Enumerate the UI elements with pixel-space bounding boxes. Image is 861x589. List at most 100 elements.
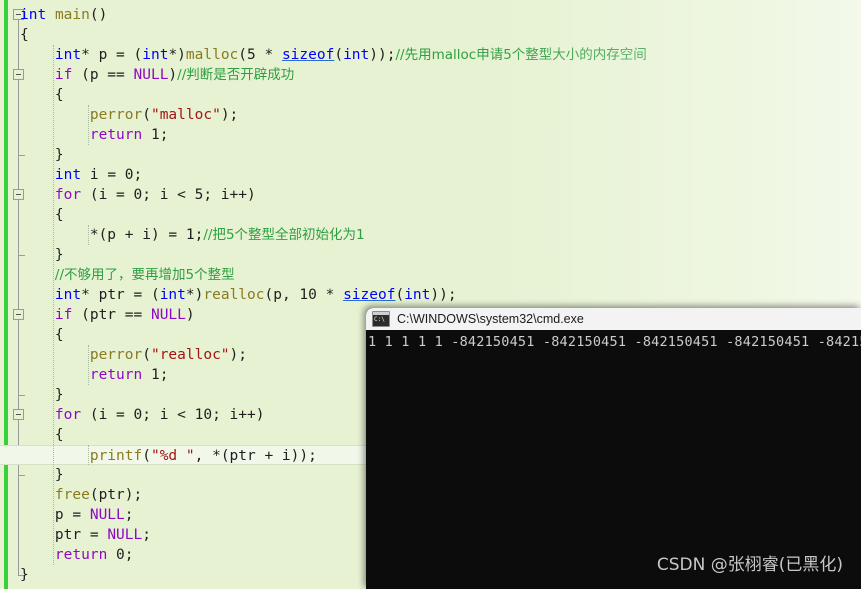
code-token: ) [168, 67, 178, 83]
code-token: int [343, 47, 370, 63]
code-token: { [54, 87, 64, 103]
code-token: { [54, 207, 64, 223]
code-token: perror [89, 347, 143, 363]
code-token: ; [124, 507, 134, 523]
code-token: } [54, 147, 64, 163]
code-line[interactable]: int* p = (int*)malloc(5 * sizeof(int));/… [0, 45, 861, 65]
cmd-window-title: C:\WINDOWS\system32\cmd.exe [397, 312, 584, 326]
code-token: "%d " [150, 448, 195, 464]
code-token: int [142, 47, 169, 63]
code-token: return [89, 127, 143, 143]
code-line[interactable]: } [0, 145, 861, 165]
code-line[interactable]: int i = 0; [0, 165, 861, 185]
code-token: NULL [150, 307, 186, 323]
code-token: ); [229, 347, 248, 363]
code-token: *) [168, 47, 186, 63]
code-token: //把5个整型全部初始化为1 [203, 227, 365, 243]
code-token: 1; [142, 367, 169, 383]
code-token: if [54, 307, 73, 323]
code-token: ); [220, 107, 239, 123]
code-token: //不够用了，要再增加5个整型 [54, 267, 235, 283]
code-token: sizeof [343, 287, 396, 303]
code-token: 0; [107, 547, 134, 563]
code-token: { [20, 27, 29, 43]
code-token: (i = 0; i < 10; i++) [81, 407, 265, 423]
code-line[interactable]: int main() [0, 5, 861, 25]
code-token: (ptr); [89, 487, 143, 503]
indent-guide [87, 105, 90, 145]
code-token: if [54, 67, 73, 83]
code-line[interactable]: //不够用了，要再增加5个整型 [0, 265, 861, 285]
code-token: ( [334, 47, 344, 63]
cmd-output-line: 1 1 1 1 1 -842150451 -842150451 -8421504… [368, 334, 861, 350]
indent-guide [87, 345, 90, 385]
code-token: p = [54, 507, 90, 523]
code-line[interactable]: return 1; [0, 125, 861, 145]
code-token: (i = 0; i < 5; i++) [81, 187, 256, 203]
code-token: NULL [107, 527, 143, 543]
code-token: return [89, 367, 143, 383]
indent-guide [52, 45, 55, 565]
code-token: sizeof [281, 47, 335, 63]
cmd-title-bar[interactable]: C:\WINDOWS\system32\cmd.exe [366, 308, 861, 330]
indent-guide [87, 445, 90, 465]
code-token: ( [142, 347, 151, 363]
code-token: int [54, 287, 82, 303]
code-line[interactable]: { [0, 25, 861, 45]
cmd-console-window[interactable]: C:\WINDOWS\system32\cmd.exe 1 1 1 1 1 -8… [366, 308, 861, 589]
code-line[interactable]: { [0, 205, 861, 225]
code-token: return [54, 547, 108, 563]
code-line[interactable]: int* ptr = (int*)realloc(p, 10 * sizeof(… [0, 285, 861, 305]
code-token: )); [369, 47, 396, 63]
code-line[interactable]: perror("malloc"); [0, 105, 861, 125]
code-line[interactable]: for (i = 0; i < 5; i++) [0, 185, 861, 205]
code-token: { [54, 427, 64, 443]
code-line[interactable]: { [0, 85, 861, 105]
code-line[interactable]: *(p + i) = 1;//把5个整型全部初始化为1 [0, 225, 861, 245]
code-token: int [20, 7, 47, 23]
code-token: free [54, 487, 90, 503]
code-token: NULL [89, 507, 125, 523]
indent-guide [87, 225, 90, 245]
code-line[interactable]: } [0, 245, 861, 265]
code-token: )); [430, 287, 457, 303]
code-token: main [54, 7, 90, 23]
code-token: int [54, 167, 82, 183]
code-token: malloc [185, 47, 239, 63]
code-token: } [54, 387, 64, 403]
code-token: int [159, 287, 186, 303]
code-token: NULL [133, 67, 169, 83]
code-token: perror [89, 107, 143, 123]
code-token: i = 0; [81, 167, 143, 183]
code-token: realloc [203, 287, 265, 303]
code-token: (ptr == [72, 307, 151, 323]
code-token: "malloc" [150, 107, 221, 123]
code-token: //先用malloc申请5个整型大小的内存空间 [395, 47, 647, 63]
code-token: for [54, 187, 82, 203]
code-line[interactable]: if (p == NULL)//判断是否开辟成功 [0, 65, 861, 85]
code-token: } [20, 567, 29, 583]
cmd-output-area[interactable]: 1 1 1 1 1 -842150451 -842150451 -8421504… [366, 330, 861, 589]
code-token: *) [185, 287, 204, 303]
code-token: () [89, 7, 108, 23]
